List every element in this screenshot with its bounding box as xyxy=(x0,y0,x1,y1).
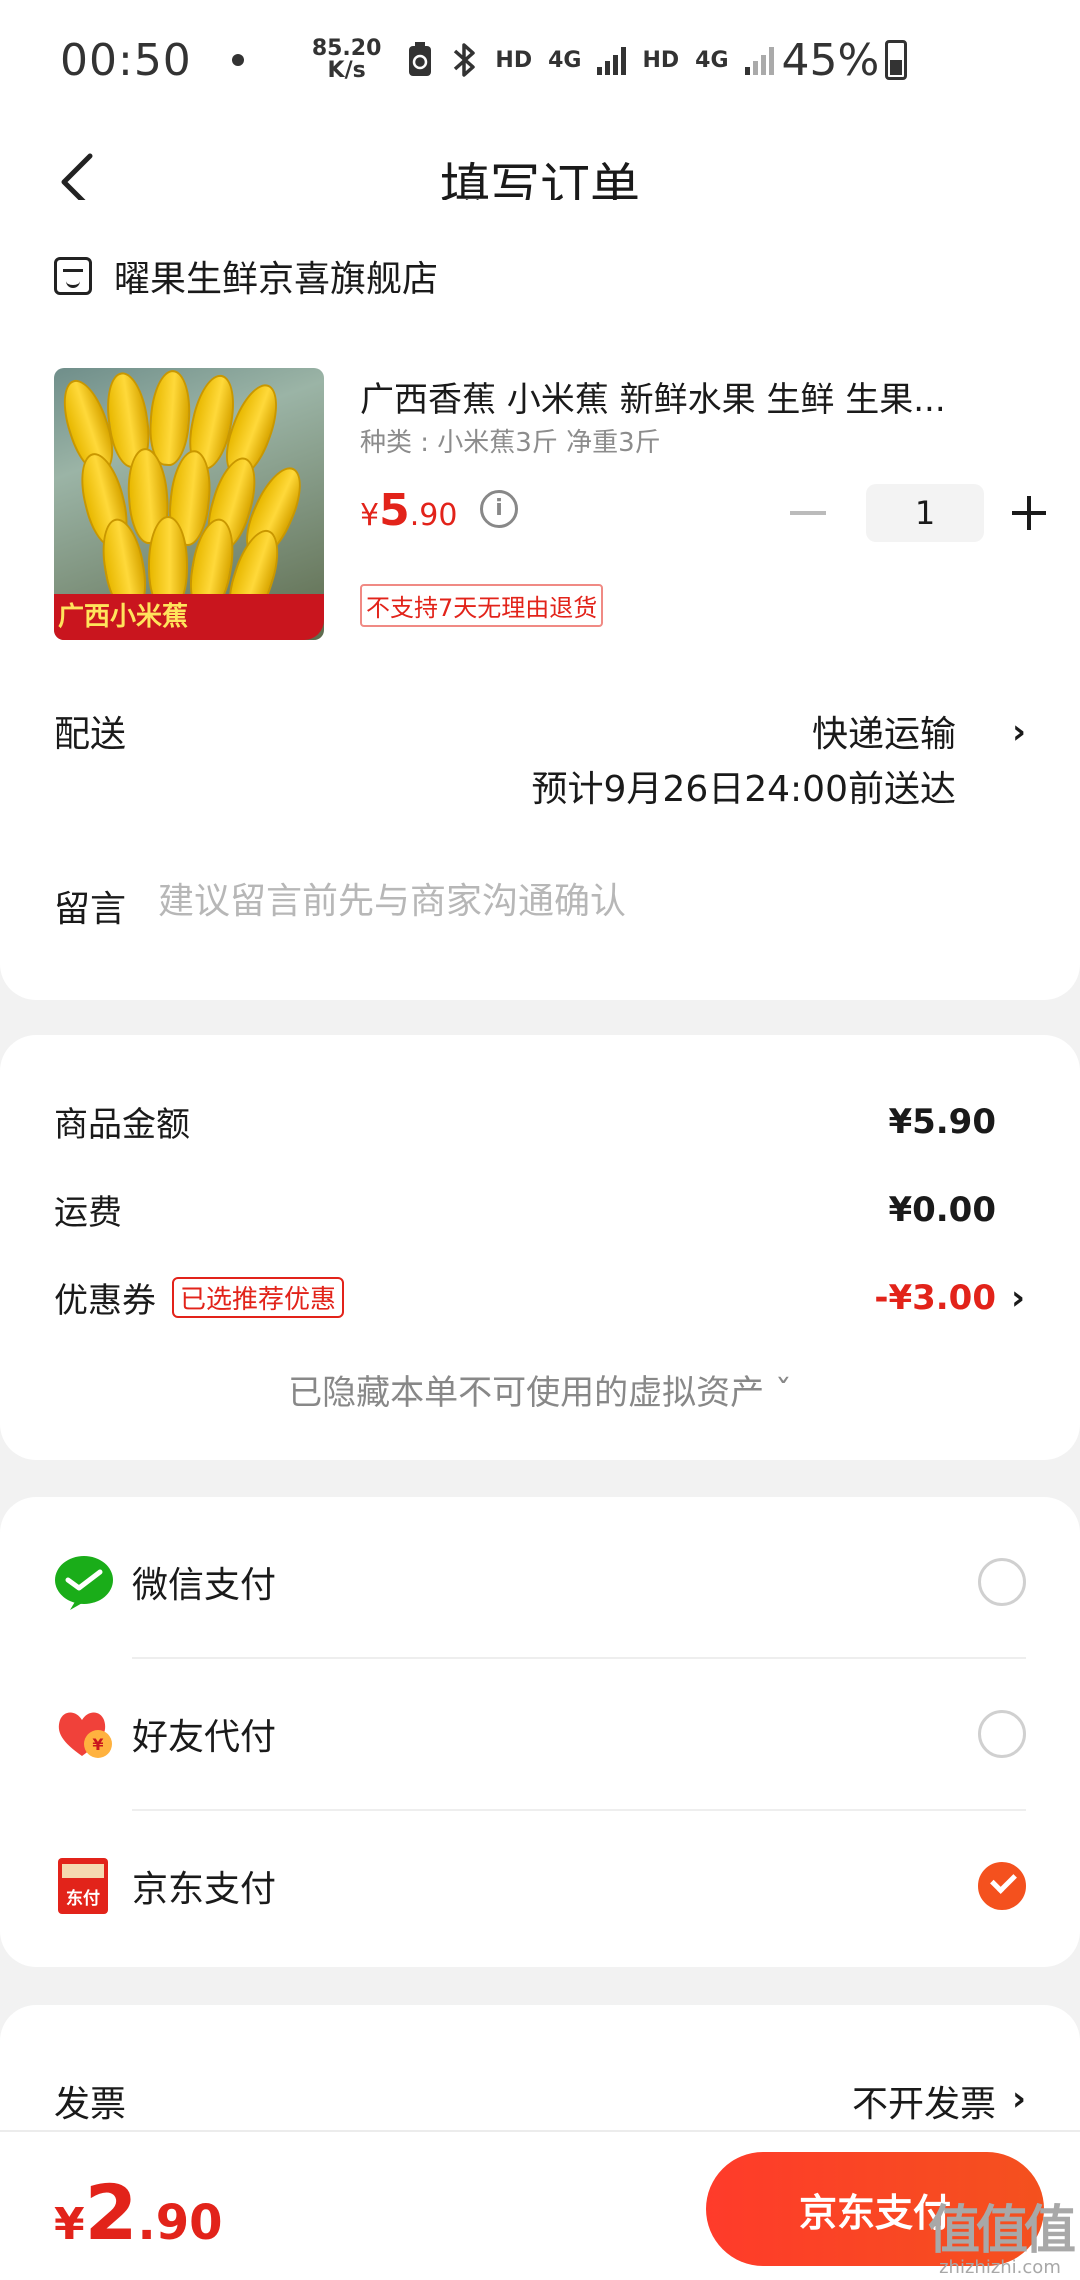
total-integer: 2 xyxy=(84,2168,138,2257)
watermark: 值值值 zhizhizhi.com xyxy=(927,2188,1076,2278)
coupon-tag: 已选推荐优惠 xyxy=(172,1277,345,1318)
chevron-right-icon[interactable]: › xyxy=(1012,2079,1026,2119)
coupon-row[interactable]: 优惠券 已选推荐优惠 -¥3.00 › xyxy=(54,1273,1025,1322)
hidden-assets-toggle[interactable]: 已隐藏本单不可使用的虚拟资产 ˇ xyxy=(0,1365,1080,1414)
product-image[interactable]: 广西小米蕉 xyxy=(54,368,324,640)
svg-text:¥: ¥ xyxy=(92,1735,103,1754)
payment-option-friend[interactable]: ¥ 好友代付 xyxy=(0,1659,1080,1809)
wechat-pay-icon xyxy=(55,1556,113,1610)
delivery-label: 配送 xyxy=(54,714,127,755)
recycle-icon xyxy=(409,42,432,76)
price-symbol: ¥ xyxy=(360,498,380,533)
total-price: ¥ 2 .90 xyxy=(54,2168,223,2257)
goods-amount-value: ¥5.90 xyxy=(888,1101,996,1142)
payment-option-jd[interactable]: 东付 京东支付 xyxy=(0,1811,1080,1961)
message-input[interactable] xyxy=(158,876,1008,926)
payment-method-card: 微信支付 ¥ 好友代付 东付 京东支付 xyxy=(0,1497,1080,1967)
chevron-right-icon[interactable]: › xyxy=(1012,712,1026,752)
network-type-2: 4G xyxy=(695,47,729,73)
status-bar: 00:50 85.20 K/s HD 4G HD 4G 45% xyxy=(0,0,1080,120)
shop-row[interactable]: 曜果生鲜京喜旗舰店 xyxy=(54,250,438,302)
total-decimal: .90 xyxy=(137,2195,223,2251)
payment-option-label: 微信支付 xyxy=(132,1565,277,1606)
order-product-card: 曜果生鲜京喜旗舰店 广西小米蕉 广西香蕉 小米蕉 新鲜水果 生鲜 生果... 种… xyxy=(0,200,1080,1000)
status-time: 00:50 xyxy=(60,34,192,86)
coupon-label: 优惠券 xyxy=(54,1281,156,1321)
price-integer: 5 xyxy=(379,485,410,536)
total-symbol: ¥ xyxy=(54,2199,85,2250)
shipping-fee-label: 运费 xyxy=(54,1193,122,1233)
goods-amount-label: 商品金额 xyxy=(54,1105,190,1145)
plus-icon[interactable] xyxy=(1012,496,1046,530)
status-icons: HD 4G HD 4G xyxy=(407,41,774,79)
network-speed-value: 85.20 xyxy=(311,36,382,61)
price-decimal: .90 xyxy=(409,498,458,533)
delivery-method[interactable]: 快递运输 xyxy=(812,705,956,757)
delivery-eta: 预计9月26日24:00前送达 xyxy=(531,769,956,810)
battery-icon xyxy=(885,40,908,80)
product-spec: 种类 : 小米蕉3斤 净重3斤 xyxy=(360,428,661,458)
product-title[interactable]: 广西香蕉 小米蕉 新鲜水果 生鲜 生果... xyxy=(360,372,1010,421)
network-speed-unit: K/s xyxy=(327,58,366,83)
network-speed: 85.20 K/s xyxy=(312,38,382,82)
shop-icon xyxy=(54,257,92,295)
price-info-icon[interactable]: i xyxy=(480,490,518,528)
checkout-bar: ¥ 2 .90 京东支付 xyxy=(0,2130,1080,2280)
payment-option-wechat[interactable]: 微信支付 xyxy=(0,1507,1080,1657)
signal-icon-1 xyxy=(597,45,627,75)
product-image-label: 广西小米蕉 xyxy=(54,594,324,640)
chevron-right-icon[interactable]: › xyxy=(1011,1278,1025,1318)
jd-pay-icon: 东付 xyxy=(58,1858,108,1914)
no-return-tag: 不支持7天无理由退货 xyxy=(360,584,604,627)
shipping-fee-value: ¥0.00 xyxy=(888,1189,996,1230)
hd-label-2: HD xyxy=(642,47,680,73)
bluetooth-icon xyxy=(454,43,476,77)
hd-label-1: HD xyxy=(495,47,533,73)
invoice-value[interactable]: 不开发票 xyxy=(852,2075,996,2127)
signal-icon-2 xyxy=(744,45,774,75)
radio-unchecked[interactable] xyxy=(978,1710,1026,1758)
watermark-url: zhizhizhi.com xyxy=(939,2257,1061,2278)
friend-pay-icon: ¥ xyxy=(58,1712,112,1758)
watermark-logo: 值值值 xyxy=(927,2201,1076,2261)
quantity-stepper: 1 xyxy=(790,484,1046,542)
product-price: ¥ 5 .90 xyxy=(360,485,457,536)
battery-percent: 45% xyxy=(781,34,880,86)
message-label: 留言 xyxy=(54,889,127,930)
jd-pay-icon-text: 东付 xyxy=(66,1888,100,1909)
shipping-fee-row: 运费 ¥0.00 xyxy=(54,1185,996,1234)
amount-summary-card: 商品金额 ¥5.90 运费 ¥0.00 优惠券 已选推荐优惠 -¥3.00 › … xyxy=(0,1035,1080,1460)
radio-checked[interactable] xyxy=(978,1862,1026,1910)
shop-name: 曜果生鲜京喜旗舰店 xyxy=(114,259,439,300)
payment-option-label: 京东支付 xyxy=(132,1869,277,1910)
goods-amount-row: 商品金额 ¥5.90 xyxy=(54,1097,996,1146)
radio-unchecked[interactable] xyxy=(978,1558,1026,1606)
invoice-label: 发票 xyxy=(54,2084,127,2125)
minus-icon[interactable] xyxy=(790,511,826,515)
notification-dot xyxy=(231,54,244,66)
coupon-value: -¥3.00 xyxy=(874,1277,996,1318)
quantity-value[interactable]: 1 xyxy=(866,484,984,542)
payment-option-label: 好友代付 xyxy=(132,1717,277,1758)
network-type-1: 4G xyxy=(548,47,582,73)
